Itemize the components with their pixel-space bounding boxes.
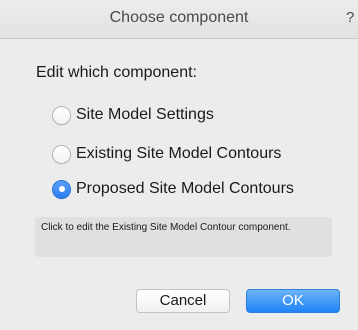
choose-component-dialog: Choose component ? Edit which component:… (0, 0, 358, 330)
help-icon[interactable]: ? (346, 9, 358, 26)
radio-button-checked[interactable] (52, 179, 71, 199)
ok-button[interactable]: OK (246, 289, 340, 313)
radio-button-unchecked[interactable] (52, 105, 71, 125)
option-existing-site-model-contours[interactable]: Existing Site Model Contours (52, 142, 281, 166)
option-label: Existing Site Model Contours (76, 145, 282, 162)
radio-button-unchecked[interactable] (52, 144, 71, 164)
window-title: Choose component (109, 9, 249, 26)
info-text-box: Click to edit the Existing Site Model Co… (35, 217, 332, 257)
section-heading: Edit which component: (36, 64, 197, 81)
option-label: Proposed Site Model Contours (76, 180, 294, 197)
cancel-button[interactable]: Cancel (136, 289, 230, 313)
option-site-model-settings[interactable]: Site Model Settings (52, 103, 214, 127)
option-proposed-site-model-contours[interactable]: Proposed Site Model Contours (52, 177, 294, 201)
title-bar[interactable]: Choose component ? (0, 0, 358, 39)
option-label: Site Model Settings (76, 106, 214, 123)
